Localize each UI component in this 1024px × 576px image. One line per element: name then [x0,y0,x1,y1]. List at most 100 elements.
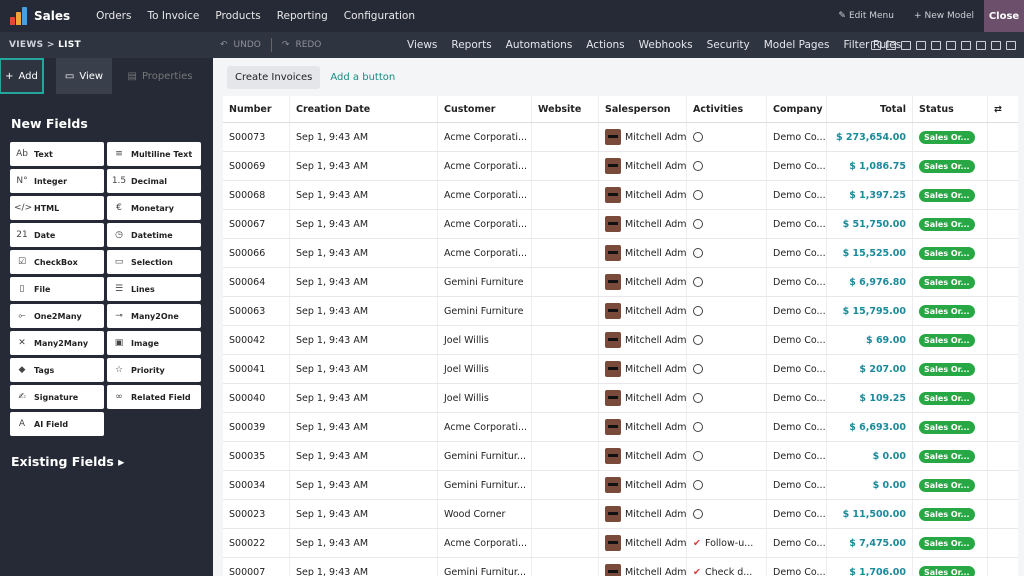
edit-menu-button[interactable]: ✎ Edit Menu [828,11,904,21]
pivot-view-icon[interactable] [961,40,971,50]
clock-icon[interactable] [693,509,703,519]
gantt-view-icon[interactable] [976,40,986,50]
menu-to-invoice[interactable]: To Invoice [139,10,207,22]
studio-menu-webhooks[interactable]: Webhooks [632,39,700,51]
column-header-website[interactable]: Website [532,96,599,122]
studio-menu-actions[interactable]: Actions [579,39,631,51]
table-row[interactable]: S00040 Sep 1, 9:43 AM Joel Willis Mitchell … [223,384,1018,413]
column-header-activities[interactable]: Activities [687,96,767,122]
table-row[interactable]: S00073 Sep 1, 9:43 AM Acme Corporati... Mit… [223,123,1018,152]
clock-icon[interactable] [693,306,703,316]
map-view-icon[interactable] [916,40,926,50]
table-row[interactable]: S00035 Sep 1, 9:43 AM Gemini Furnitur... Mi… [223,442,1018,471]
column-header-creation-date[interactable]: Creation Date [290,96,438,122]
table-row[interactable]: S00066 Sep 1, 9:43 AM Acme Corporati... Mit… [223,239,1018,268]
field-type-many2one[interactable]: ⊸ Many2One [107,304,201,328]
activity-view-icon[interactable] [991,40,1001,50]
menu-orders[interactable]: Orders [88,10,139,22]
field-type-file[interactable]: ▯ File [10,277,104,301]
studio-menu-views[interactable]: Views [400,39,444,51]
undo-button[interactable]: UNDO [234,40,261,50]
field-type-related-field[interactable]: ∞ Related Field [107,385,201,409]
field-type-date[interactable]: 21 Date [10,223,104,247]
clock-icon[interactable] [693,277,703,287]
column-header-customer[interactable]: Customer [438,96,532,122]
app-title[interactable]: Sales [34,9,70,23]
kanban-view-icon[interactable] [901,40,911,50]
clock-icon[interactable] [693,248,703,258]
table-row[interactable]: S00067 Sep 1, 9:43 AM Acme Corporati... Mit… [223,210,1018,239]
field-type-multiline-text[interactable]: ≡ Multiline Text [107,142,201,166]
table-row[interactable]: S00022 Sep 1, 9:43 AM Acme Corporati... Mit… [223,529,1018,558]
clock-icon[interactable] [693,219,703,229]
field-type-html[interactable]: </> HTML [10,196,104,220]
add-a-button-link[interactable]: Add a button [330,72,395,83]
menu-products[interactable]: Products [207,10,268,22]
optional-columns-toggle[interactable]: ⇄ [988,96,1018,122]
clock-icon[interactable] [693,364,703,374]
activity-summary[interactable]: Follow-u... [705,538,753,549]
studio-menu-reports[interactable]: Reports [444,39,498,51]
column-header-salesperson[interactable]: Salesperson [599,96,687,122]
sales-app-icon[interactable] [10,7,28,25]
table-row[interactable]: S00069 Sep 1, 9:43 AM Acme Corporati... Mit… [223,152,1018,181]
activity-check-icon[interactable]: ✔ [693,538,701,549]
cohort-view-icon[interactable] [1006,40,1016,50]
field-type-one2many[interactable]: ⟜ One2Many [10,304,104,328]
field-type-tags[interactable]: ◆ Tags [10,358,104,382]
field-type-datetime[interactable]: ◷ Datetime [107,223,201,247]
studio-menu-model-pages[interactable]: Model Pages [757,39,837,51]
menu-reporting[interactable]: Reporting [269,10,336,22]
field-type-selection[interactable]: ▭ Selection [107,250,201,274]
clock-icon[interactable] [693,422,703,432]
table-row[interactable]: S00068 Sep 1, 9:43 AM Acme Corporati... Mit… [223,181,1018,210]
graph-view-icon[interactable] [946,40,956,50]
clock-icon[interactable] [693,161,703,171]
table-row[interactable]: S00007 Sep 1, 9:43 AM Gemini Furnitur... Mi… [223,558,1018,576]
list-view-icon[interactable] [886,40,896,50]
breadcrumb-views[interactable]: VIEWS [9,40,43,50]
table-row[interactable]: S00042 Sep 1, 9:43 AM Joel Willis Mitchell … [223,326,1018,355]
studio-menu-automations[interactable]: Automations [499,39,580,51]
field-type-checkbox[interactable]: ☑ CheckBox [10,250,104,274]
table-row[interactable]: S00064 Sep 1, 9:43 AM Gemini Furniture Mitc… [223,268,1018,297]
clock-icon[interactable] [693,480,703,490]
studio-menu-security[interactable]: Security [700,39,757,51]
table-row[interactable]: S00063 Sep 1, 9:43 AM Gemini Furniture Mitc… [223,297,1018,326]
field-type-monetary[interactable]: € Monetary [107,196,201,220]
calendar-view-icon[interactable] [931,40,941,50]
activity-summary[interactable]: Check d... [705,567,752,576]
field-type-many2many[interactable]: ✕ Many2Many [10,331,104,355]
table-row[interactable]: S00034 Sep 1, 9:43 AM Gemini Furnitur... Mi… [223,471,1018,500]
clock-icon[interactable] [693,393,703,403]
table-row[interactable]: S00039 Sep 1, 9:43 AM Acme Corporati... Mit… [223,413,1018,442]
field-type-ai-field[interactable]: A AI Field [10,412,104,436]
clock-icon[interactable] [693,335,703,345]
menu-configuration[interactable]: Configuration [336,10,423,22]
clock-icon[interactable] [693,190,703,200]
field-type-priority[interactable]: ☆ Priority [107,358,201,382]
column-header-total[interactable]: Total [827,96,913,122]
tab-properties[interactable]: ▤ Properties [112,58,208,94]
close-studio-button[interactable]: Close [984,0,1024,32]
tab-add[interactable]: + Add [0,58,44,94]
field-type-lines[interactable]: ☰ Lines [107,277,201,301]
activity-check-icon[interactable]: ✔ [693,567,701,576]
existing-fields-toggle[interactable]: Existing Fields ▸ [11,454,124,469]
field-type-decimal[interactable]: 1.5 Decimal [107,169,201,193]
new-model-button[interactable]: + New Model [904,11,984,21]
column-header-company[interactable]: Company [767,96,827,122]
field-type-text[interactable]: Ab Text [10,142,104,166]
create-invoices-button[interactable]: Create Invoices [227,65,321,89]
form-view-icon[interactable] [871,40,881,50]
tab-view[interactable]: ▭ View [56,58,112,94]
redo-button[interactable]: REDO [295,40,321,50]
field-type-image[interactable]: ▣ Image [107,331,201,355]
field-type-integer[interactable]: N° Integer [10,169,104,193]
table-row[interactable]: S00023 Sep 1, 9:43 AM Wood Corner Mitchell … [223,500,1018,529]
clock-icon[interactable] [693,132,703,142]
field-type-signature[interactable]: ✍ Signature [10,385,104,409]
table-row[interactable]: S00041 Sep 1, 9:43 AM Joel Willis Mitchell … [223,355,1018,384]
column-header-number[interactable]: Number [223,96,290,122]
column-header-status[interactable]: Status [913,96,988,122]
